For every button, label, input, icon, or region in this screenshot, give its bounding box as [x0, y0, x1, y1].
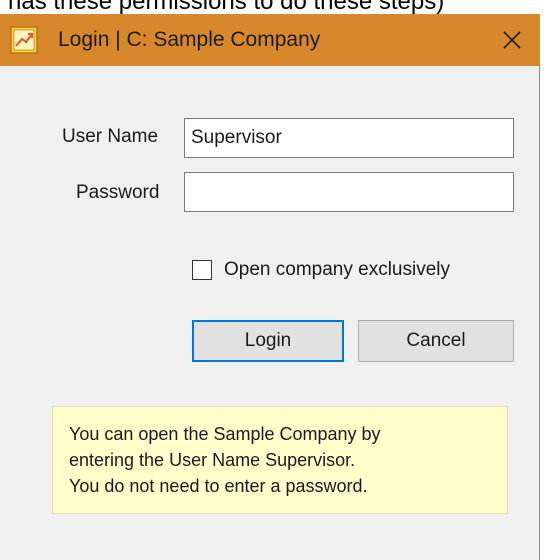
password-field[interactable] [184, 172, 514, 212]
info-box: You can open the Sample Company by enter… [52, 406, 508, 514]
password-label: Password [76, 182, 160, 203]
open-exclusively-checkbox[interactable]: Open company exclusively [192, 256, 450, 284]
username-label: User Name [62, 126, 159, 147]
info-line-3: You do not need to enter a password. [69, 476, 368, 496]
page: nas these permissions to do these steps)… [0, 0, 552, 560]
window-title: Login | C: Sample Company [58, 28, 321, 51]
open-exclusively-label: Open company exclusively [224, 259, 450, 280]
username-field[interactable] [184, 118, 514, 158]
background-caption: nas these permissions to do these steps) [8, 0, 445, 14]
login-button[interactable]: Login [192, 320, 344, 362]
info-line-2: entering the User Name Supervisor. [69, 450, 356, 470]
checkbox-box[interactable] [192, 260, 212, 280]
close-button[interactable] [494, 22, 530, 58]
info-line-1: You can open the Sample Company by [69, 424, 381, 444]
accounting-app-icon [10, 26, 38, 54]
cancel-button[interactable]: Cancel [358, 320, 514, 362]
title-bar[interactable]: Login | C: Sample Company [0, 14, 540, 66]
close-icon [503, 31, 521, 49]
login-dialog: Login | C: Sample Company User Name Pass… [0, 14, 540, 560]
